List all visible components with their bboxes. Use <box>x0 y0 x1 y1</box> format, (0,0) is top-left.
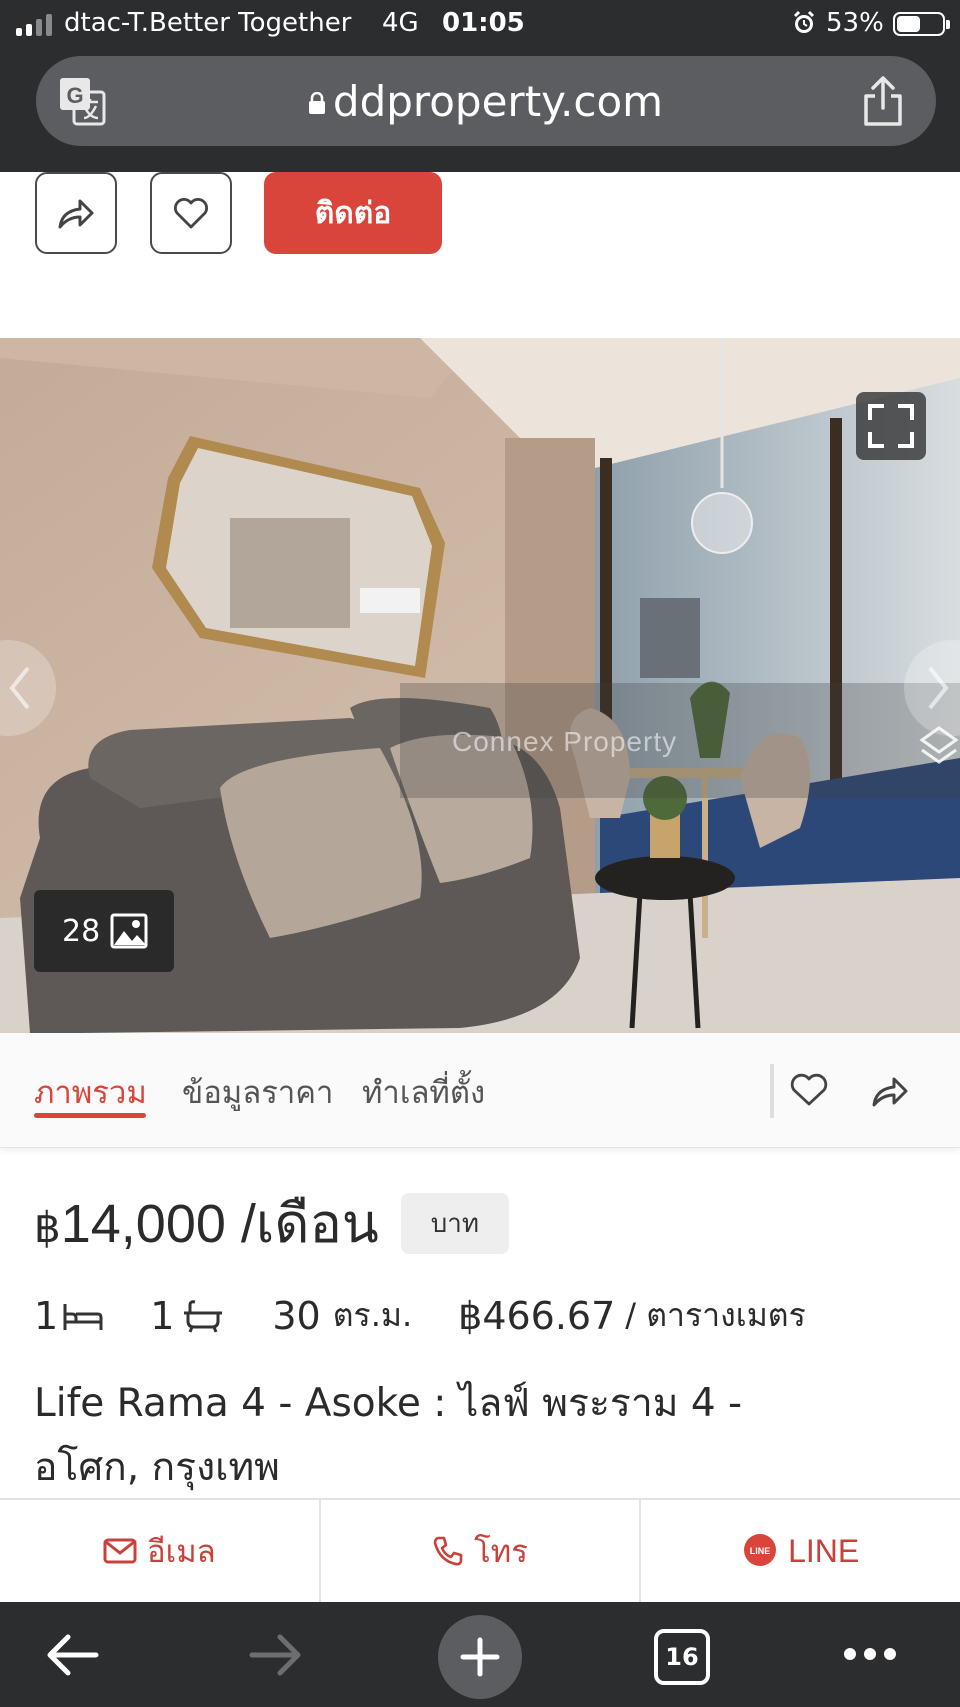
tab-switcher-button[interactable]: 16 <box>654 1629 710 1685</box>
battery-icon <box>893 12 950 36</box>
line-badge-text: LINE <box>750 1546 771 1556</box>
alarm-icon <box>793 10 815 33</box>
listing-title: Life Rama 4 - Asoke : ไลฟ์ พระราม 4 - อโ… <box>34 1372 914 1500</box>
active-tab-indicator <box>34 1113 146 1118</box>
image-gallery-icon <box>110 913 148 949</box>
layers-icon <box>919 726 959 764</box>
currency-symbol: ฿ <box>34 1204 61 1251</box>
area-unit: ตร.ม. <box>332 1296 413 1334</box>
bedroom-count-value: 1 <box>34 1293 59 1338</box>
address-bar[interactable]: G ddproperty.com <box>36 56 936 146</box>
photo-count-badge[interactable]: 28 <box>34 890 174 972</box>
more-options-icon[interactable] <box>842 1646 898 1662</box>
plus-icon <box>460 1637 500 1677</box>
forward-arrow-icon <box>58 199 94 229</box>
contact-bar: อีเมล โทร LINE LINE <box>0 1498 960 1602</box>
section-tabs: ภาพรวม ข้อมูลราคา ทำเลที่ตั้ง <box>0 1033 960 1148</box>
fullscreen-button[interactable] <box>856 392 926 460</box>
heart-icon <box>174 198 208 229</box>
price-per-sqm: ฿466.67 <box>458 1293 616 1338</box>
url-text[interactable]: ddproperty.com <box>333 77 663 126</box>
line-button[interactable]: LINE LINE <box>641 1500 960 1602</box>
email-button[interactable]: อีเมล <box>0 1500 321 1602</box>
signal-strength-icon <box>16 14 52 36</box>
photo-count-text: 28 <box>62 913 101 949</box>
browser-top-bar: dtac-T.Better Together 4G 01:05 53% G dd… <box>0 0 960 172</box>
area-value: 30 <box>272 1293 321 1338</box>
share-listing-button[interactable] <box>35 172 117 254</box>
favorite-button[interactable] <box>150 172 232 254</box>
listing-price: ฿14,000 /เดือน <box>34 1180 379 1266</box>
email-label: อีเมล <box>147 1534 216 1570</box>
bedroom-count: 1 <box>34 1294 104 1338</box>
phone-icon <box>433 1536 463 1566</box>
call-button[interactable]: โทร <box>321 1500 642 1602</box>
bathroom-count: 1 <box>150 1294 226 1338</box>
status-time: 01:05 <box>442 8 525 38</box>
listing-title-line1: Life Rama 4 - Asoke : ไลฟ์ พระราม 4 - <box>34 1381 743 1426</box>
lock-icon <box>308 92 325 114</box>
share-icon[interactable] <box>858 74 908 128</box>
network-type: 4G <box>382 8 419 38</box>
tab-location[interactable]: ทำเลที่ตั้ง <box>362 1067 485 1117</box>
price-amount: 14,000 <box>60 1194 226 1254</box>
share-arrow-icon[interactable] <box>870 1073 910 1109</box>
expand-icon <box>868 404 914 448</box>
tabs-divider <box>770 1064 774 1118</box>
price-per-sqm-unit: / ตารางเมตร <box>625 1296 806 1334</box>
battery-percent: 53% <box>826 8 884 38</box>
line-label: LINE <box>788 1532 860 1569</box>
price-period: /เดือน <box>240 1194 379 1254</box>
line-chat-icon: LINE <box>744 1534 777 1566</box>
bathroom-count-value: 1 <box>150 1293 175 1338</box>
tab-overview[interactable]: ภาพรวม <box>34 1067 147 1117</box>
phone-label: โทร <box>474 1534 528 1570</box>
new-tab-button[interactable] <box>438 1615 522 1699</box>
photo-watermark: Connex Property <box>452 726 678 757</box>
listing-title-line2: อโศก, กรุงเทพ <box>34 1445 280 1490</box>
contact-button[interactable]: ติดต่อ <box>264 172 442 254</box>
email-icon <box>103 1538 137 1564</box>
price-row: ฿14,000 /เดือน บาท <box>34 1180 510 1266</box>
battery-level-fill <box>897 16 921 32</box>
currency-chip[interactable]: บาท <box>400 1192 510 1254</box>
heart-icon[interactable] <box>790 1073 828 1107</box>
carrier-name: dtac-T.Better Together <box>64 8 352 38</box>
bed-icon <box>63 1303 103 1330</box>
back-arrow-icon[interactable] <box>44 1632 100 1678</box>
status-bar: dtac-T.Better Together 4G 01:05 53% <box>0 0 960 50</box>
tab-price-info[interactable]: ข้อมูลราคา <box>182 1067 333 1117</box>
browser-toolbar: 16 <box>0 1602 960 1707</box>
bathtub-icon <box>184 1299 223 1333</box>
forward-arrow-icon[interactable] <box>248 1632 304 1678</box>
listing-specs: 1 1 30 ตร.ม. ฿466.67 / ตารางเมตร <box>34 1290 806 1341</box>
